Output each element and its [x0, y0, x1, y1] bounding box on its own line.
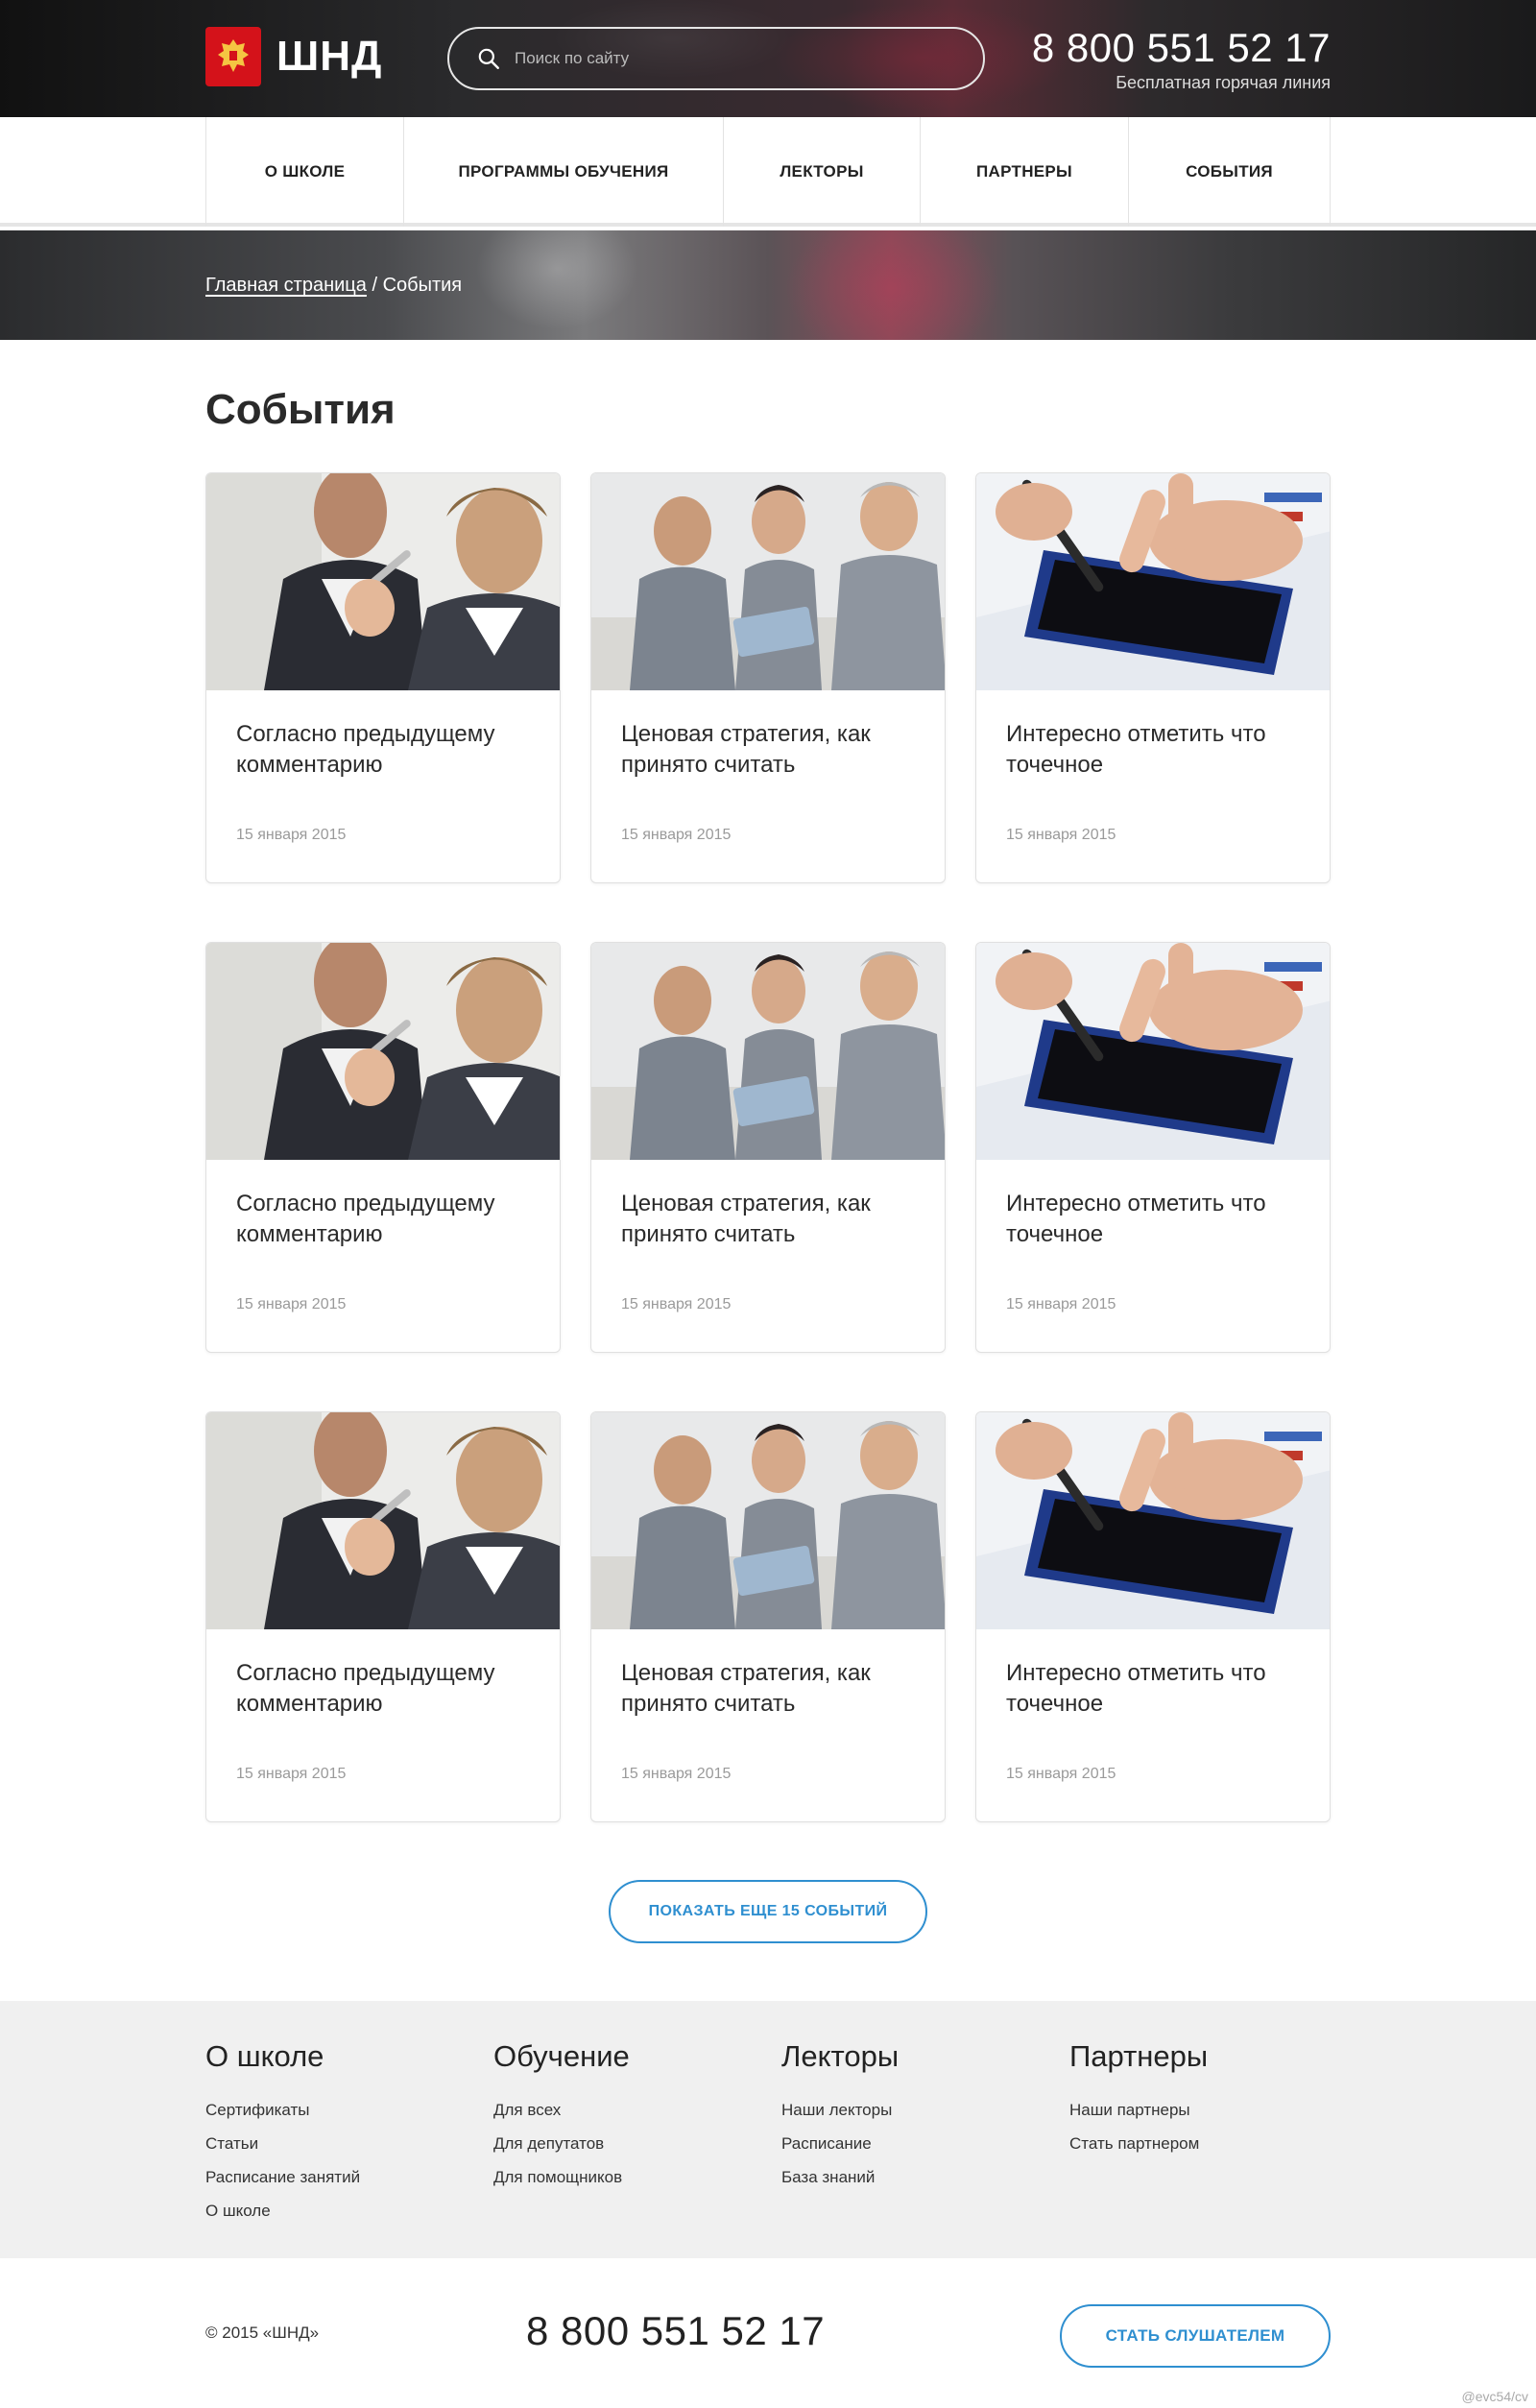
hotline-phone[interactable]: 8 800 551 52 17 [1032, 25, 1331, 71]
event-image[interactable] [206, 943, 560, 1160]
event-date: 15 января 2015 [1006, 827, 1116, 843]
site-logo[interactable]: ШНД [205, 27, 382, 86]
event-card-body: Ценовая стратегия, как принято считать 15… [591, 1160, 945, 1313]
event-image[interactable] [591, 473, 945, 690]
nav-item-partners[interactable]: ПАРТНЕРЫ [921, 117, 1129, 227]
event-date: 15 января 2015 [621, 827, 732, 843]
footer-column-partners: Партнеры Наши партнеры Стать партнером [1069, 2039, 1208, 2160]
footer-link[interactable]: Статьи [205, 2127, 360, 2160]
search-icon [478, 48, 499, 69]
event-card[interactable]: Интересно отметить что точечное 15 января… [975, 1411, 1331, 1822]
event-date: 15 января 2015 [236, 1296, 347, 1312]
event-image[interactable] [206, 473, 560, 690]
event-card[interactable]: Интересно отметить что точечное 15 января… [975, 472, 1331, 883]
event-card[interactable]: Согласно предыдущему комментарию 15 январ… [205, 942, 561, 1353]
nav-item-about[interactable]: О ШКОЛЕ [206, 117, 404, 227]
event-image[interactable] [591, 1412, 945, 1629]
breadcrumb-current: События [382, 275, 463, 296]
events-grid: Согласно предыдущему комментарию 15 январ… [205, 472, 1331, 1822]
breadcrumb-separator: / [366, 275, 383, 296]
event-card-body: Интересно отметить что точечное 15 января… [976, 1160, 1330, 1313]
event-date: 15 января 2015 [1006, 1766, 1116, 1782]
footer-link[interactable]: Расписание занятий [205, 2160, 360, 2194]
footer-link[interactable]: Для депутатов [493, 2127, 630, 2160]
event-title[interactable]: Интересно отметить что точечное [1006, 1189, 1301, 1290]
search-box[interactable] [447, 27, 985, 90]
event-card[interactable]: Согласно предыдущему комментарию 15 январ… [205, 472, 561, 883]
footer-link[interactable]: Расписание [781, 2127, 899, 2160]
event-card-body: Согласно предыдущему комментарию 15 январ… [206, 690, 560, 844]
event-title[interactable]: Ценовая стратегия, как принято считать [621, 719, 916, 821]
event-card[interactable]: Интересно отметить что точечное 15 января… [975, 942, 1331, 1353]
footer-link[interactable]: База знаний [781, 2160, 899, 2194]
event-title[interactable]: Ценовая стратегия, как принято считать [621, 1189, 916, 1290]
footer-link[interactable]: Для всех [493, 2093, 630, 2127]
footer-column-title: Обучение [493, 2039, 630, 2073]
event-date: 15 января 2015 [236, 1766, 347, 1782]
event-card[interactable]: Согласно предыдущему комментарию 15 январ… [205, 1411, 561, 1822]
nav-item-events[interactable]: СОБЫТИЯ [1129, 117, 1331, 227]
event-card[interactable]: Ценовая стратегия, как принято считать 15… [590, 472, 946, 883]
footer-link[interactable]: Для помощников [493, 2160, 630, 2194]
footer-column-school: О школе Сертификаты Статьи Расписание за… [205, 2039, 360, 2227]
event-title[interactable]: Согласно предыдущему комментарию [236, 719, 531, 821]
event-card[interactable]: Ценовая стратегия, как принято считать 15… [590, 942, 946, 1353]
footer-link[interactable]: Сертификаты [205, 2093, 360, 2127]
event-image[interactable] [591, 943, 945, 1160]
breadcrumb-home-link[interactable]: Главная страница [205, 275, 367, 296]
footer-bottom: © 2015 «ШНД» 8 800 551 52 17 СТАТЬ СЛУША… [0, 2258, 1536, 2408]
hotline: 8 800 551 52 17 Бесплатная горячая линия [1032, 25, 1331, 93]
watermark: @evc54/cv [1461, 2389, 1528, 2404]
footer-link[interactable]: О школе [205, 2194, 360, 2227]
footer-link[interactable]: Наши партнеры [1069, 2093, 1208, 2127]
logo-text: ШНД [276, 33, 383, 80]
copyright: © 2015 «ШНД» [205, 2324, 320, 2342]
main-nav: О ШКОЛЕ ПРОГРАММЫ ОБУЧЕНИЯ ЛЕКТОРЫ ПАРТН… [0, 117, 1536, 227]
show-more-button[interactable]: ПОКАЗАТЬ ЕЩЕ 15 СОБЫТИЙ [609, 1880, 927, 1943]
footer-column-title: О школе [205, 2039, 324, 2073]
event-date: 15 января 2015 [236, 827, 347, 843]
event-card-body: Ценовая стратегия, как принято считать 15… [591, 1629, 945, 1783]
event-date: 15 января 2015 [1006, 1296, 1116, 1312]
footer-links: О школе Сертификаты Статьи Расписание за… [0, 2001, 1536, 2258]
event-title[interactable]: Ценовая стратегия, как принято считать [621, 1658, 916, 1760]
event-title[interactable]: Интересно отметить что точечное [1006, 1658, 1301, 1760]
become-listener-button[interactable]: СТАТЬ СЛУШАТЕЛЕМ [1060, 2304, 1331, 2368]
event-title[interactable]: Согласно предыдущему комментарию [236, 1658, 531, 1760]
top-header: ШНД 8 800 551 52 17 Бесплатная горячая л… [0, 0, 1536, 117]
event-card-body: Ценовая стратегия, как принято считать 15… [591, 690, 945, 844]
hotline-caption: Бесплатная горячая линия [1116, 73, 1331, 92]
event-date: 15 января 2015 [621, 1766, 732, 1782]
footer-column-lecturers: Лекторы Наши лекторы Расписание База зна… [781, 2039, 899, 2194]
event-card-body: Интересно отметить что точечное 15 января… [976, 690, 1330, 844]
page-title: События [205, 386, 396, 433]
footer-column-title: Лекторы [781, 2039, 900, 2073]
event-title[interactable]: Согласно предыдущему комментарию [236, 1189, 531, 1290]
footer-link[interactable]: Стать партнером [1069, 2127, 1208, 2160]
event-date: 15 января 2015 [621, 1296, 732, 1312]
search-input[interactable] [515, 49, 956, 68]
footer-phone[interactable]: 8 800 551 52 17 [526, 2308, 825, 2354]
event-image[interactable] [976, 473, 1330, 690]
event-title[interactable]: Интересно отметить что точечное [1006, 719, 1301, 821]
event-card-body: Согласно предыдущему комментарию 15 январ… [206, 1629, 560, 1783]
footer-link[interactable]: Наши лекторы [781, 2093, 899, 2127]
event-image[interactable] [976, 943, 1330, 1160]
page-banner: Главная страница / События [0, 230, 1536, 340]
footer-column-title: Партнеры [1069, 2039, 1209, 2073]
event-card-body: Согласно предыдущему комментарию 15 январ… [206, 1160, 560, 1313]
event-card[interactable]: Ценовая стратегия, как принято считать 15… [590, 1411, 946, 1822]
event-card-body: Интересно отметить что точечное 15 января… [976, 1629, 1330, 1783]
event-image[interactable] [206, 1412, 560, 1629]
event-image[interactable] [976, 1412, 1330, 1629]
footer-column-education: Обучение Для всех Для депутатов Для помо… [493, 2039, 630, 2194]
nav-item-programs[interactable]: ПРОГРАММЫ ОБУЧЕНИЯ [404, 117, 724, 227]
nav-item-lecturers[interactable]: ЛЕКТОРЫ [724, 117, 921, 227]
emblem-icon [205, 27, 261, 86]
breadcrumb: Главная страница / События [205, 275, 462, 297]
